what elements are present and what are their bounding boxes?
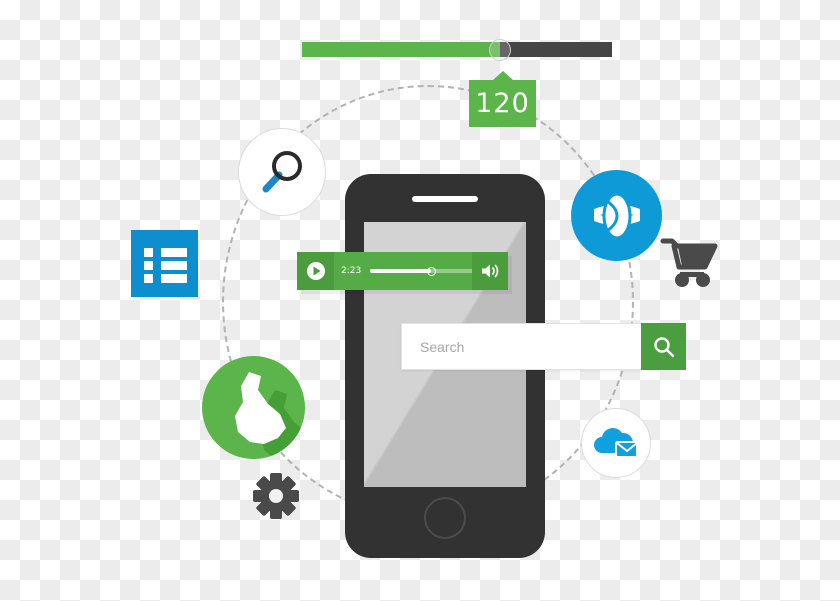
cart-glyph bbox=[660, 238, 718, 287]
magnifier-glyph bbox=[262, 151, 302, 193]
earpiece-speaker bbox=[412, 196, 478, 202]
list-line bbox=[161, 261, 187, 270]
list-line bbox=[161, 248, 187, 257]
play-icon bbox=[306, 262, 325, 280]
globe-icon[interactable] bbox=[571, 170, 662, 261]
volume-icon bbox=[482, 264, 499, 278]
video-progress-fill bbox=[370, 269, 432, 273]
slider-handle[interactable] bbox=[489, 38, 512, 61]
gear-glyph bbox=[253, 473, 299, 519]
badge-value: 120 bbox=[475, 88, 530, 119]
list-bullet bbox=[144, 261, 153, 270]
video-progress-handle[interactable] bbox=[427, 266, 437, 276]
globe-glyph bbox=[593, 192, 640, 239]
count-badge: 120 bbox=[469, 71, 536, 127]
cloud-mail-glyph bbox=[594, 428, 638, 458]
video-time: 2:23 bbox=[341, 266, 362, 276]
search-input[interactable]: Search bbox=[401, 323, 643, 370]
list-bullet bbox=[144, 248, 153, 257]
search-icon bbox=[653, 336, 674, 357]
list-line bbox=[161, 274, 187, 283]
search-placeholder: Search bbox=[420, 338, 465, 355]
cart-icon[interactable] bbox=[660, 235, 722, 290]
video-progress-track[interactable] bbox=[370, 266, 486, 276]
play-button[interactable] bbox=[297, 252, 334, 290]
gear-icon[interactable] bbox=[252, 472, 300, 520]
slider-fill bbox=[302, 42, 501, 57]
list-icon[interactable] bbox=[131, 230, 198, 297]
maine-map-glyph bbox=[235, 372, 305, 459]
list-bullet bbox=[144, 274, 153, 283]
video-player[interactable]: 2:23 bbox=[297, 252, 508, 290]
illustration-stage: 120 2:23 Search bbox=[0, 0, 840, 601]
search-button[interactable] bbox=[641, 323, 686, 370]
map-maine-icon[interactable] bbox=[202, 356, 305, 459]
badge-notch bbox=[492, 71, 513, 80]
volume-button[interactable] bbox=[472, 252, 508, 290]
home-button[interactable] bbox=[424, 497, 466, 539]
cloud-mail-icon[interactable] bbox=[581, 408, 651, 478]
progress-slider[interactable] bbox=[302, 38, 612, 61]
magnifier-icon[interactable] bbox=[238, 128, 326, 216]
